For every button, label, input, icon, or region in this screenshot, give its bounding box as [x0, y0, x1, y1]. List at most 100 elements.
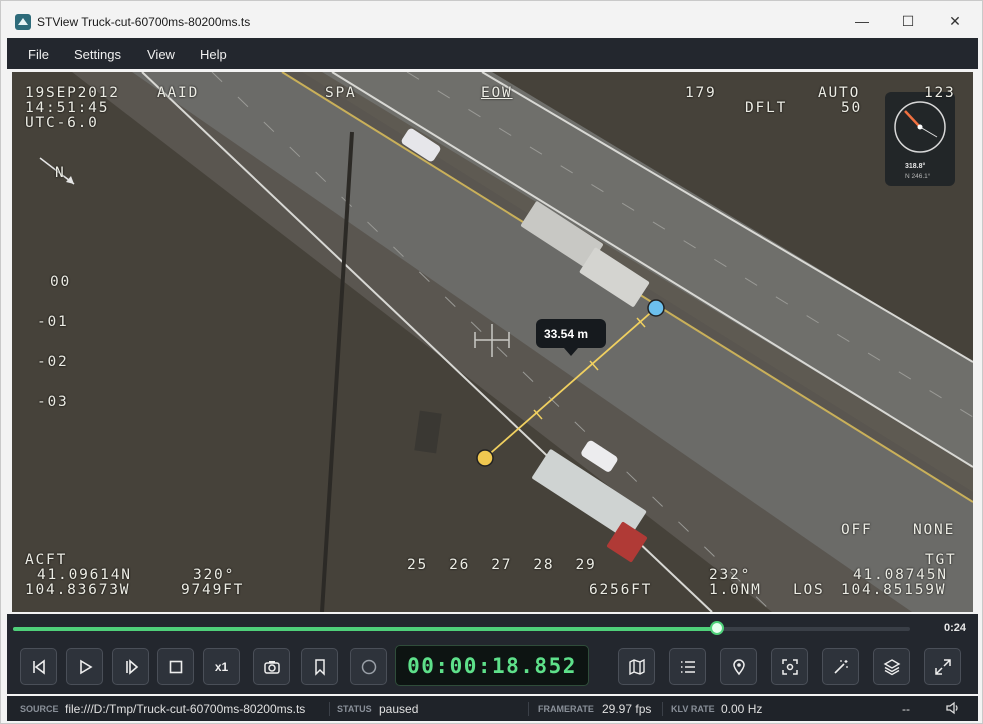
- osd-acft-lat: 41.09614N: [37, 567, 132, 583]
- step-forward-icon: [125, 658, 138, 675]
- list-button[interactable]: [669, 648, 706, 685]
- osd-heading: 179: [685, 85, 717, 101]
- menu-settings[interactable]: Settings: [74, 47, 121, 62]
- pitch-ladder-3: -03: [37, 394, 69, 410]
- osd-acft-heading: 320°: [193, 567, 236, 583]
- record-button[interactable]: [350, 648, 387, 685]
- step-forward-button[interactable]: [112, 648, 149, 685]
- source-value: file:///D:/Tmp/Truck-cut-60700ms-80200ms…: [65, 702, 306, 716]
- close-button[interactable]: ✕: [932, 7, 978, 35]
- status-value: paused: [379, 702, 419, 716]
- measure-point-start[interactable]: [476, 449, 494, 467]
- menu-file[interactable]: File: [28, 47, 49, 62]
- status-divider: [329, 702, 330, 716]
- speaker-icon: [946, 701, 958, 715]
- framerate-value: 29.97 fps: [602, 702, 652, 716]
- osd-range: 1.0NM: [709, 582, 762, 598]
- layers-icon: [883, 658, 900, 675]
- osd-range-angle: 232°: [709, 567, 752, 583]
- player-controls: 0:24 x1 00:00:18.852: [7, 614, 978, 694]
- pitch-ladder-2: -02: [37, 354, 69, 370]
- focus-button[interactable]: [771, 648, 808, 685]
- compass-widget: [885, 92, 955, 186]
- close-icon: ✕: [949, 12, 961, 29]
- map-button[interactable]: [618, 648, 655, 685]
- step-back-button[interactable]: [20, 648, 57, 685]
- osd-los: LOS: [793, 582, 825, 598]
- osd-dflt-value: 50: [841, 100, 863, 116]
- osd-time: 14:51:45: [25, 100, 110, 116]
- osd-auto-value: 123: [924, 85, 956, 101]
- app-logo-icon: [15, 14, 31, 30]
- stop-button[interactable]: [157, 648, 194, 685]
- osd-acft-label: ACFT: [25, 552, 68, 568]
- video-frame[interactable]: 19SEP2012 14:51:45 UTC-6.0 AAID SPA EOW …: [12, 72, 973, 612]
- focus-icon: [781, 658, 798, 675]
- aerial-scene: [12, 72, 973, 612]
- framerate-key: FRAMERATE: [538, 704, 594, 714]
- timecode: 00:00:18.852: [407, 653, 577, 678]
- seek-slider-fill: [13, 627, 718, 631]
- pitch-ladder-1: -01: [37, 314, 69, 330]
- fullscreen-icon: [934, 658, 951, 675]
- bookmark-icon: [314, 658, 325, 676]
- compass-bearing: 318.8°: [905, 163, 926, 170]
- title-bar: STView Truck-cut-60700ms-80200ms.ts — ☐ …: [1, 1, 982, 38]
- list-icon: [680, 660, 695, 673]
- minimize-icon: —: [855, 13, 869, 29]
- maximize-icon: ☐: [901, 12, 915, 29]
- speed-button[interactable]: x1: [203, 648, 240, 685]
- osd-tgt-lat: 41.08745N: [853, 567, 948, 583]
- source-key: SOURCE: [20, 704, 59, 714]
- play-icon: [79, 659, 93, 674]
- snapshot-button[interactable]: [253, 648, 290, 685]
- play-button[interactable]: [66, 648, 103, 685]
- osd-north-label: N: [55, 165, 66, 181]
- maximize-button[interactable]: ☐: [885, 7, 931, 35]
- measure-point-end[interactable]: [647, 299, 665, 317]
- compass-sub: N 246.1°: [905, 173, 931, 180]
- window-title: STView Truck-cut-60700ms-80200ms.ts: [37, 15, 251, 29]
- menu-view[interactable]: View: [147, 47, 175, 62]
- osd-spa: SPA: [325, 85, 357, 101]
- minimize-button[interactable]: —: [839, 7, 885, 35]
- volume-button[interactable]: [945, 701, 961, 718]
- osd-utc: UTC-6.0: [25, 115, 99, 131]
- osd-auto: AUTO: [818, 85, 861, 101]
- klv-rate-value: 0.00 Hz: [721, 702, 763, 716]
- magic-wand-button[interactable]: [822, 648, 859, 685]
- status-key: STATUS: [337, 704, 372, 714]
- status-divider: [528, 702, 529, 716]
- osd-date: 19SEP2012: [25, 85, 120, 101]
- osd-aaid: AAID: [157, 85, 200, 101]
- location-pin-icon: [732, 658, 745, 675]
- layers-button[interactable]: [873, 648, 910, 685]
- duration-label: 0:24: [944, 622, 967, 634]
- record-icon: [361, 659, 376, 674]
- osd-tgt-label: TGT: [925, 552, 957, 568]
- osd-acft-alt: 9749FT: [181, 582, 245, 598]
- magic-wand-icon: [833, 659, 848, 674]
- osd-slant-alt: 6256FT: [589, 582, 653, 598]
- osd-none: NONE: [913, 522, 956, 538]
- menu-bar: File Settings View Help: [7, 38, 978, 69]
- osd-tgt-lon: 104.85159W: [841, 582, 947, 598]
- osd-acft-lon: 104.83673W: [25, 582, 131, 598]
- measurement-label: 33.54 m: [544, 327, 589, 341]
- osd-eow: EOW: [481, 85, 513, 101]
- status-extra: --: [902, 702, 910, 716]
- bookmark-button[interactable]: [301, 648, 338, 685]
- seek-slider[interactable]: [13, 621, 910, 635]
- seek-slider-thumb[interactable]: [710, 621, 725, 635]
- location-button[interactable]: [720, 648, 757, 685]
- map-icon: [628, 658, 645, 675]
- timecode-display: 00:00:18.852: [395, 645, 589, 686]
- camera-icon: [263, 660, 280, 674]
- osd-off: OFF: [841, 522, 873, 538]
- app-window: STView Truck-cut-60700ms-80200ms.ts — ☐ …: [0, 0, 983, 724]
- fullscreen-button[interactable]: [924, 648, 961, 685]
- klv-rate-key: KLV RATE: [671, 704, 715, 714]
- status-divider: [662, 702, 663, 716]
- speed-label: x1: [214, 659, 229, 674]
- menu-help[interactable]: Help: [200, 47, 227, 62]
